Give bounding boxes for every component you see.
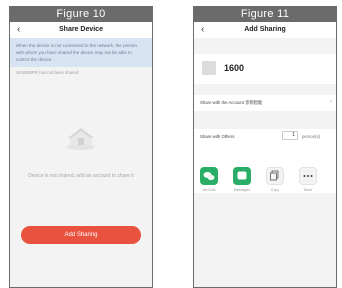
- empty-state-text: Device is not shared, add an account to …: [28, 173, 134, 179]
- network-notice: When the device is not connected to the …: [10, 38, 152, 67]
- share-account-row[interactable]: Share with the Account 涂鸦智能 ›: [194, 95, 336, 111]
- share-option-more[interactable]: More: [297, 167, 319, 192]
- wechat-icon: [200, 167, 218, 185]
- figure-label: Figure 10: [10, 7, 152, 22]
- share-option-wechat[interactable]: WeChat: [198, 167, 220, 192]
- add-sharing-screen: Figure 11 ‹ Add Sharing 1600 Share with …: [193, 6, 337, 288]
- page-title: Share Device: [59, 26, 103, 33]
- more-icon: [299, 167, 317, 185]
- nav-bar: ‹ Share Device: [10, 22, 152, 38]
- device-thumbnail: [202, 61, 216, 75]
- person-count-input[interactable]: 1: [282, 131, 298, 140]
- share-option-messages[interactable]: Messages: [231, 167, 253, 192]
- device-name: 1600: [224, 63, 245, 73]
- messages-icon: [233, 167, 251, 185]
- share-others-label: Share with Others: [200, 134, 235, 139]
- page-title: Add Sharing: [244, 26, 286, 33]
- share-option-label: WeChat: [202, 188, 216, 192]
- nav-bar: ‹ Add Sharing: [194, 22, 336, 38]
- empty-house-icon: [67, 128, 95, 150]
- figure-label: Figure 11: [194, 7, 336, 22]
- person-unit-label: person(s): [302, 134, 321, 139]
- share-status-text: SGWSBPR has not been shared: [16, 70, 79, 75]
- share-others-section: Share with Others 1 person(s) WeChat Mes…: [194, 129, 336, 193]
- share-option-label: Copy: [270, 188, 280, 192]
- chevron-right-icon: ›: [330, 99, 332, 105]
- copy-icon: [266, 167, 284, 185]
- share-account-label: Share with the Account 涂鸦智能: [200, 100, 263, 105]
- add-sharing-button[interactable]: Add Sharing: [21, 226, 141, 244]
- device-card: 1600: [194, 54, 336, 84]
- share-device-screen: Figure 10 ‹ Share Device When the device…: [9, 6, 153, 288]
- share-option-copy[interactable]: Copy: [264, 167, 286, 192]
- share-option-label: Messages: [233, 188, 251, 192]
- share-option-label: More: [303, 188, 313, 192]
